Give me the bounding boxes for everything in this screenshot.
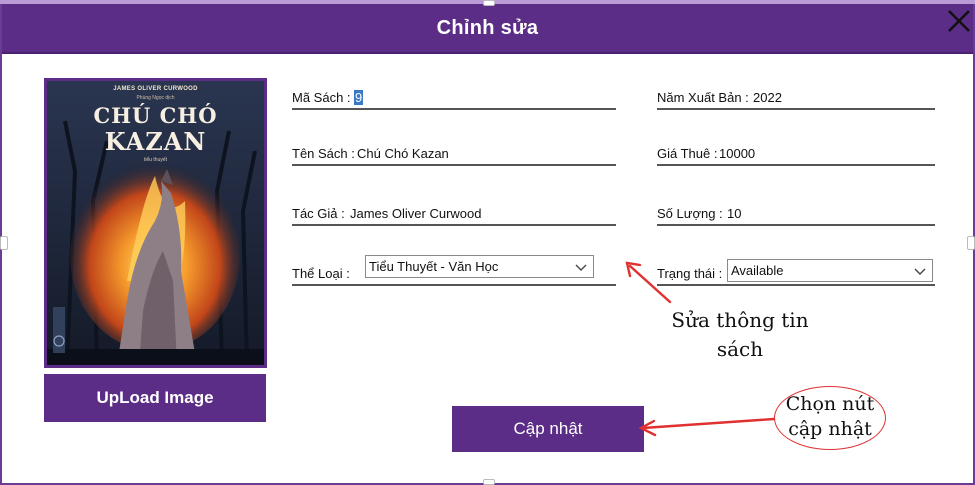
edit-info-annotation: Sửa thông tin sách <box>650 306 830 364</box>
so-luong-field[interactable]: Số Lượng : 10 <box>657 194 935 226</box>
nam-xuat-ban-input[interactable]: 2022 <box>753 90 782 105</box>
cover-title-line1: CHÚ CHÓ <box>93 103 218 128</box>
ma-sach-field[interactable]: Mã Sách : 9 <box>292 78 616 110</box>
the-loai-selected: Tiểu Thuyết - Văn Học <box>369 259 499 274</box>
choose-annotation-line2: cập nhật <box>788 418 872 440</box>
the-loai-label: Thể Loại : <box>292 266 350 281</box>
so-luong-input[interactable]: 10 <box>727 206 741 221</box>
chevron-down-icon <box>914 268 926 275</box>
trang-thai-selected: Available <box>731 263 784 278</box>
cover-author: JAMES OLIVER CURWOOD <box>113 86 198 92</box>
title-bar: Chỉnh sửa <box>2 4 973 54</box>
ma-sach-label: Mã Sách : <box>292 90 351 105</box>
cover-subtitle: tiểu thuyết <box>143 157 168 163</box>
ten-sach-field[interactable]: Tên Sách : Chú Chó Kazan <box>292 134 616 166</box>
trang-thai-label: Trạng thái : <box>657 266 723 281</box>
ten-sach-input[interactable]: Chú Chó Kazan <box>357 146 449 161</box>
resize-handle-top[interactable] <box>483 0 495 6</box>
book-cover-image: JAMES OLIVER CURWOOD Phùng Ngọc dịch CHÚ… <box>44 78 267 368</box>
gia-thue-input[interactable]: 10000 <box>719 146 755 161</box>
cover-translator: Phùng Ngọc dịch <box>136 95 175 101</box>
ma-sach-input[interactable]: 9 <box>354 90 364 105</box>
tac-gia-label: Tác Giả : <box>292 206 345 221</box>
edit-annotation-line1: Sửa thông tin <box>671 308 809 332</box>
update-button[interactable]: Cập nhật <box>452 406 644 452</box>
upload-image-button[interactable]: UpLoad Image <box>44 374 266 422</box>
the-loai-select[interactable]: Tiểu Thuyết - Văn Học <box>365 255 594 278</box>
chevron-down-icon <box>575 264 587 271</box>
gia-thue-label: Giá Thuê : <box>657 146 718 161</box>
nam-xuat-ban-field[interactable]: Năm Xuất Bản : 2022 <box>657 78 935 110</box>
resize-handle-left[interactable] <box>0 236 8 250</box>
resize-handle-bottom[interactable] <box>483 479 495 485</box>
choose-annotation-line1: Chọn nút <box>785 393 875 415</box>
nam-xuat-ban-label: Năm Xuất Bản : <box>657 90 749 105</box>
edit-annotation-line2: sách <box>716 337 764 361</box>
gia-thue-field[interactable]: Giá Thuê : 10000 <box>657 134 935 166</box>
tac-gia-field[interactable]: Tác Giả : James Oliver Curwood <box>292 194 616 226</box>
ten-sach-label: Tên Sách : <box>292 146 355 161</box>
resize-handle-right[interactable] <box>967 236 975 250</box>
dialog-title: Chỉnh sửa <box>436 17 539 39</box>
cover-title-line2: KAZAN <box>104 127 207 156</box>
close-icon[interactable] <box>946 8 972 34</box>
trang-thai-select[interactable]: Available <box>727 259 933 282</box>
tac-gia-input[interactable]: James Oliver Curwood <box>350 206 482 221</box>
choose-button-annotation: Chọn nút cập nhật <box>774 392 886 442</box>
so-luong-label: Số Lượng : <box>657 206 723 221</box>
